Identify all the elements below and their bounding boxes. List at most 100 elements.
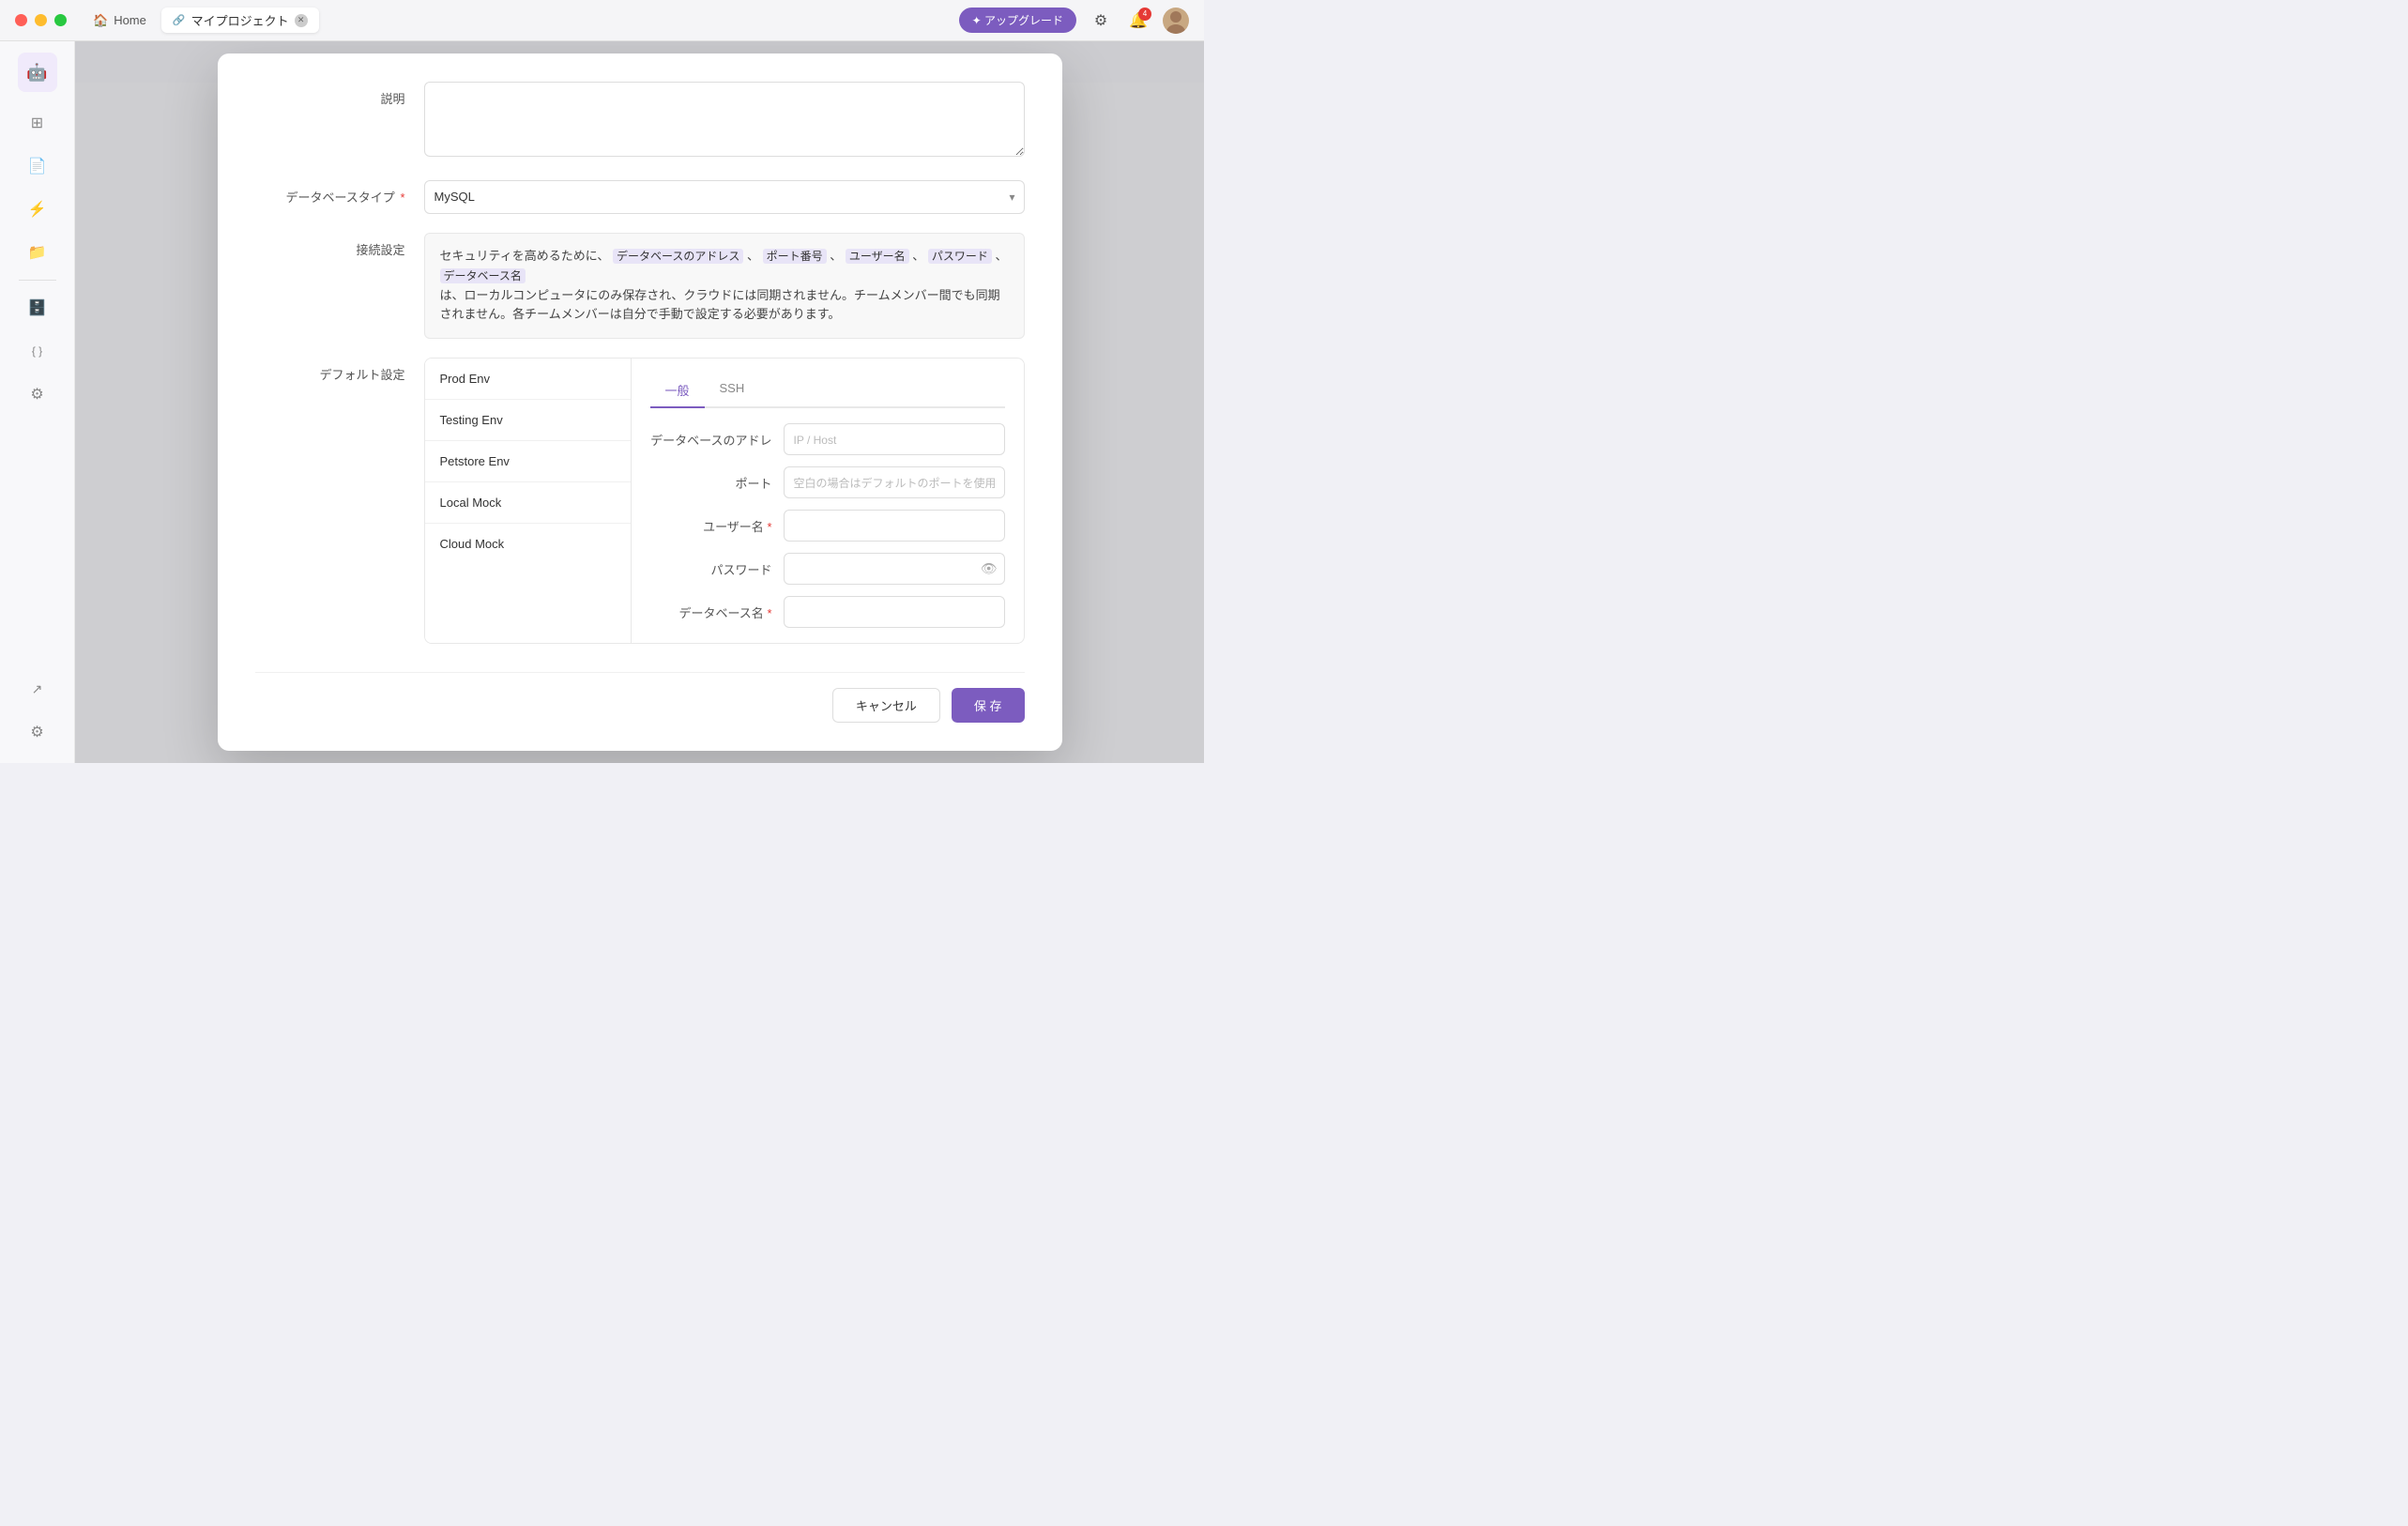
highlight-db-address: データベースのアドレス [613,249,743,264]
env-item-testing[interactable]: Testing Env [425,400,631,441]
titlebar: 🏠 Home 🔗 マイプロジェクト ✕ ✦ アップグレード ⚙ 🔔 4 [0,0,1204,41]
tab-bar: 🏠 Home 🔗 マイプロジェクト ✕ [82,8,319,33]
db-name-input[interactable] [784,596,1005,628]
config-tab-ssh[interactable]: SSH [705,374,760,408]
config-tab-general-label: 一般 [665,384,690,398]
traffic-lights [15,14,67,26]
username-label: ユーザー名 * [650,517,772,535]
password-visibility-toggle[interactable]: 👁 [981,561,998,577]
conn-info-control: セキュリティを高めるために、 データベースのアドレス 、 ポート番号 、 ユーザ… [424,233,1025,339]
upgrade-button[interactable]: ✦ アップグレード [959,8,1076,33]
modal: 説明 データベースタイプ * MySQL [218,53,1062,751]
titlebar-right: ✦ アップグレード ⚙ 🔔 4 [959,8,1189,34]
sidebar-item-settings2[interactable]: ⚙ [15,374,60,414]
env-config-panel: 一般 SSH データベースのアドレ [632,359,1024,643]
highlight-password: パスワード [928,249,992,264]
config-form: データベースのアドレ ポート [650,423,1005,628]
db-name-label: データベース名 * [650,603,772,621]
sidebar-item-code[interactable]: { } [15,331,60,371]
required-mark: * [400,191,404,205]
settings-icon: ⚙ [30,723,43,741]
sidebar-item-grid[interactable]: ⊞ [15,103,60,143]
link-icon: 🔗 [173,14,186,26]
db-type-select-wrapper: MySQL PostgreSQL SQLite MongoDB Redis ▾ [424,180,1025,214]
avatar[interactable] [1163,8,1189,34]
minimize-button[interactable] [35,14,47,26]
settings2-icon: ⚙ [30,385,43,404]
db-type-select[interactable]: MySQL PostgreSQL SQLite MongoDB Redis [424,180,1025,214]
highlight-port: ポート番号 [763,249,827,264]
sidebar-item-folder[interactable]: 📁 [15,233,60,272]
conn-info-text1: セキュリティを高めるために、 [440,249,610,263]
sidebar-divider [19,280,56,281]
config-row-db-name: データベース名 * [650,596,1005,628]
env-item-cloud-mock-label: Cloud Mock [440,537,505,551]
cancel-button[interactable]: キャンセル [832,688,940,723]
modal-overlay: 説明 データベースタイプ * MySQL [75,41,1204,763]
config-row-username: ユーザー名 * [650,510,1005,542]
port-input[interactable] [784,466,1005,498]
highlight-db-name: データベース名 [440,268,526,283]
sidebar-item-database[interactable]: 🗄️ [15,288,60,328]
conn-settings-row: 接続設定 セキュリティを高めるために、 データベースのアドレス 、 ポート番号 … [255,233,1025,339]
sidebar-item-settings[interactable]: ⚙ [15,712,60,752]
password-input-wrapper: 👁 [784,553,1005,585]
password-input[interactable] [784,553,1005,585]
username-input[interactable] [784,510,1005,542]
db-name-required-mark: * [767,606,771,620]
share-icon: ↗ [32,681,43,697]
config-tab-ssh-label: SSH [720,381,745,395]
username-required-mark: * [767,520,771,534]
db-type-row: データベースタイプ * MySQL PostgreSQL SQLite Mong… [255,180,1025,214]
default-settings-row: デフォルト設定 Prod Env Testing Env [255,358,1025,644]
config-row-password: パスワード 👁 [650,553,1005,585]
db-address-input[interactable] [784,423,1005,455]
db-type-control: MySQL PostgreSQL SQLite MongoDB Redis ▾ [424,180,1025,214]
env-item-local-mock-label: Local Mock [440,496,502,510]
database-icon: 🗄️ [28,298,47,317]
env-item-cloud-mock[interactable]: Cloud Mock [425,524,631,564]
db-type-label: データベースタイプ * [255,180,424,206]
password-label: パスワード [650,560,772,578]
sidebar-item-api[interactable]: ⚡ [15,190,60,229]
config-tabs: 一般 SSH [650,374,1005,408]
env-item-petstore[interactable]: Petstore Env [425,441,631,482]
settings-icon-button[interactable]: ⚙ [1088,8,1114,34]
default-settings-title-label: デフォルト設定 [319,368,404,382]
highlight-username: ユーザー名 [846,249,909,264]
main-layout: 🤖 ⊞ 📄 ⚡ 📁 🗄️ { } ⚙ ↗ ⚙ [0,41,1204,763]
description-textarea[interactable] [424,82,1025,157]
close-button[interactable] [15,14,27,26]
app-logo: 🤖 [18,53,57,92]
content-area: 説明 データベースタイプ * MySQL [75,41,1204,763]
config-tab-general[interactable]: 一般 [650,374,705,408]
env-item-prod[interactable]: Prod Env [425,359,631,400]
save-button[interactable]: 保 存 [952,688,1025,723]
config-row-port: ポート [650,466,1005,498]
db-address-label: データベースのアドレ [650,431,772,449]
sidebar: 🤖 ⊞ 📄 ⚡ 📁 🗄️ { } ⚙ ↗ ⚙ [0,41,75,763]
description-row: 説明 [255,82,1025,161]
sidebar-item-share[interactable]: ↗ [15,669,60,709]
env-item-petstore-label: Petstore Env [440,454,510,468]
config-row-db-address: データベースのアドレ [650,423,1005,455]
folder-icon: 📁 [28,243,47,262]
sidebar-bottom: ↗ ⚙ [15,669,60,752]
default-settings-body: Prod Env Testing Env Petstore Env Local … [424,358,1025,644]
api-icon: ⚡ [28,200,47,219]
tab-my-project[interactable]: 🔗 マイプロジェクト ✕ [161,8,319,33]
notifications-button[interactable]: 🔔 4 [1125,8,1151,34]
default-settings-label: デフォルト設定 [255,358,424,383]
tab-home[interactable]: 🏠 Home [82,9,158,32]
conn-info-box: セキュリティを高めるために、 データベースのアドレス 、 ポート番号 、 ユーザ… [424,233,1025,339]
sidebar-item-file[interactable]: 📄 [15,146,60,186]
tab-my-project-label: マイプロジェクト [191,11,289,29]
conn-info-text2: は、ローカルコンピュータにのみ保存され、クラウドには同期されません。チームメンバ… [440,288,1000,322]
modal-footer: キャンセル 保 存 [255,672,1025,723]
tab-close-button[interactable]: ✕ [295,14,308,27]
env-item-local-mock[interactable]: Local Mock [425,482,631,524]
conn-settings-label: 接続設定 [255,233,424,258]
grid-icon: ⊞ [31,114,43,132]
default-settings-control: Prod Env Testing Env Petstore Env Local … [424,358,1025,644]
maximize-button[interactable] [54,14,67,26]
